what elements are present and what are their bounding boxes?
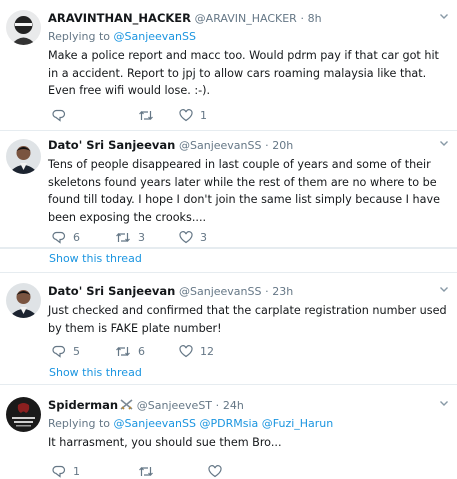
reply-icon bbox=[52, 231, 66, 244]
replying-to-prefix: Replying to bbox=[48, 30, 111, 43]
avatar[interactable] bbox=[6, 139, 41, 174]
author-handle[interactable]: @ARAVIN_HACKER bbox=[195, 12, 297, 25]
like-count: 1 bbox=[200, 108, 207, 122]
replying-to-mention[interactable]: @SanjeevanSS @PDRMsia @Fuzi_Harun bbox=[114, 417, 334, 430]
replying-to-prefix: Replying to bbox=[48, 417, 111, 430]
like-count: 3 bbox=[200, 230, 207, 244]
reply-icon bbox=[52, 109, 66, 122]
tweet-sanjeevan-1[interactable]: Dato' Sri Sanjeevan @SanjeevanSS · 20h T… bbox=[0, 131, 457, 265]
retweet-icon bbox=[139, 110, 153, 120]
tweet-header: Dato' Sri Sanjeevan @SanjeevanSS · 20h bbox=[48, 137, 449, 153]
tweet-header: Spiderman @SanjeeveST · 24h bbox=[48, 397, 449, 413]
timestamp[interactable]: 20h bbox=[272, 139, 293, 152]
retweet-icon bbox=[116, 232, 130, 242]
tweet-text: It harrasment, you should sue them Bro..… bbox=[48, 436, 282, 449]
tweet-text: Make a police report and macc too. Would… bbox=[48, 49, 439, 97]
avatar[interactable] bbox=[6, 397, 41, 432]
author-name[interactable]: Spiderman bbox=[48, 398, 118, 412]
author-handle[interactable]: @SanjeevanSS bbox=[179, 139, 261, 152]
timestamp[interactable]: 8h bbox=[308, 12, 322, 25]
like-count: 12 bbox=[200, 344, 214, 358]
author-handle[interactable]: @SanjeevanSS bbox=[179, 285, 261, 298]
author-name[interactable]: ARAVINTHAN_HACKER bbox=[48, 11, 191, 25]
tweet-text: Tens of people disappeared in last coupl… bbox=[48, 158, 440, 224]
author-name[interactable]: Dato' Sri Sanjeevan bbox=[48, 138, 175, 152]
timestamp[interactable]: 23h bbox=[272, 285, 293, 298]
timestamp[interactable]: 24h bbox=[223, 399, 244, 412]
separator-dot: · bbox=[300, 12, 304, 25]
replying-to-mention[interactable]: @SanjeevanSS bbox=[114, 30, 196, 43]
reply-button[interactable] bbox=[52, 109, 73, 122]
separator-dot: · bbox=[265, 285, 269, 298]
show-thread-link[interactable]: Show this thread bbox=[49, 366, 142, 379]
like-button[interactable]: 12 bbox=[179, 345, 214, 358]
heart-icon bbox=[179, 230, 193, 243]
heart-icon bbox=[179, 344, 193, 357]
tweet-spiderman[interactable]: Spiderman @SanjeeveST · 24h Replying to … bbox=[0, 385, 457, 478]
author-handle[interactable]: @SanjeeveST bbox=[137, 399, 212, 412]
chevron-down-icon[interactable] bbox=[439, 283, 449, 293]
chevron-down-icon[interactable] bbox=[439, 397, 449, 407]
retweet-button[interactable]: 3 bbox=[115, 231, 145, 244]
retweet-count: 3 bbox=[138, 230, 145, 244]
retweet-button[interactable]: 6 bbox=[115, 345, 145, 358]
tweet-sanjeevan-2[interactable] bbox=[0, 248, 457, 249]
reply-button[interactable]: 6 bbox=[52, 231, 80, 244]
tweet-aravinthan[interactable]: ARAVINTHAN_HACKER @ARAVIN_HACKER · 8h Re… bbox=[0, 0, 457, 131]
reply-icon bbox=[52, 345, 66, 358]
retweet-count: 6 bbox=[138, 344, 145, 358]
separator-dot: · bbox=[215, 399, 220, 412]
retweet-icon bbox=[116, 346, 130, 356]
heart-icon bbox=[179, 108, 193, 121]
tweet-text: Just checked and confirmed that the carp… bbox=[48, 304, 447, 335]
chevron-down-icon[interactable] bbox=[439, 137, 449, 147]
author-name[interactable]: Dato' Sri Sanjeevan bbox=[48, 284, 175, 298]
avatar[interactable] bbox=[6, 283, 41, 318]
avatar[interactable] bbox=[6, 10, 41, 45]
show-thread-link[interactable]: Show this thread bbox=[49, 252, 142, 265]
reply-button[interactable]: 5 bbox=[52, 345, 80, 358]
separator-dot: · bbox=[265, 139, 269, 152]
chevron-down-icon[interactable] bbox=[439, 10, 449, 20]
tweet-header: Dato' Sri Sanjeevan @SanjeevanSS · 23h bbox=[48, 283, 449, 299]
reply-count: 5 bbox=[73, 344, 80, 358]
retweet-button[interactable] bbox=[138, 109, 161, 122]
reply-count: 6 bbox=[73, 230, 80, 244]
like-button[interactable]: 1 bbox=[179, 109, 207, 122]
tweet-header: ARAVINTHAN_HACKER @ARAVIN_HACKER · 8h bbox=[48, 10, 449, 26]
like-button[interactable]: 3 bbox=[179, 231, 207, 244]
crossed-swords-icon bbox=[120, 398, 133, 410]
replying-to: Replying to @SanjeevanSS @PDRMsia @Fuzi_… bbox=[48, 416, 449, 431]
tweet-sanjeevan-2-body[interactable]: Dato' Sri Sanjeevan @SanjeevanSS · 23h J… bbox=[0, 272, 457, 385]
replying-to: Replying to @SanjeevanSS bbox=[48, 29, 449, 44]
